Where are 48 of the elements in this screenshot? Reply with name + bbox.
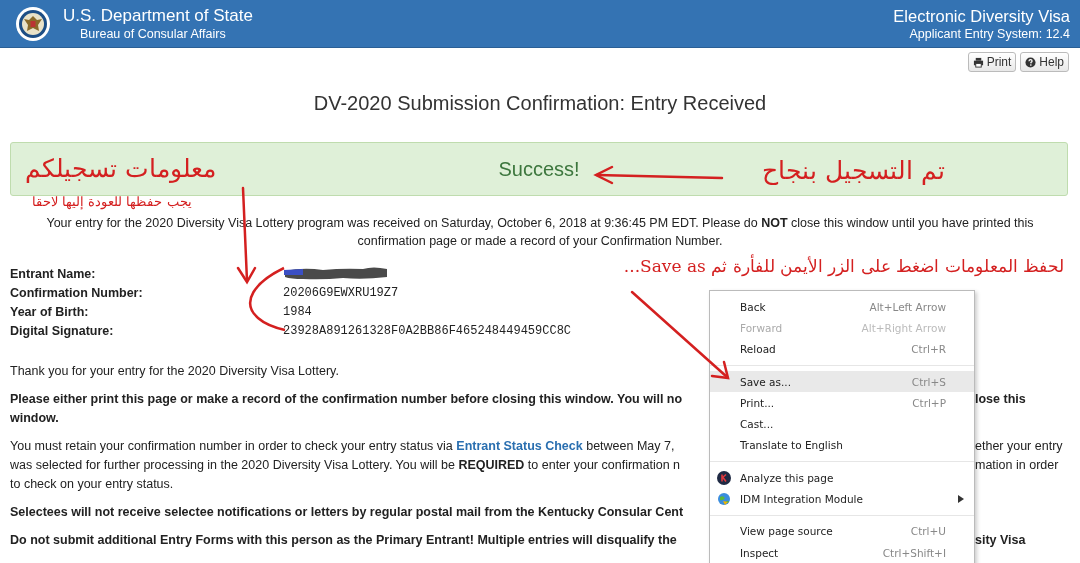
menu-item[interactable]: Cast... (710, 413, 974, 435)
success-message: Success! (498, 157, 580, 181)
help-button[interactable]: Help (1020, 52, 1069, 72)
field-label: Confirmation Number: (10, 285, 144, 300)
agency-name: U.S. Department of State (63, 5, 254, 26)
paragraph-text: lose this (975, 391, 1026, 408)
field-value: 1984 (283, 304, 312, 319)
menu-item[interactable]: Print... Ctrl+P (710, 392, 974, 414)
menu-item[interactable]: Analyze this page (710, 467, 974, 489)
globe-icon (717, 492, 731, 506)
paragraph-text: Please either print this page or make a record of the confirmation number before closing this window. You will no (10, 391, 684, 408)
handwritten-note: تم التسجيل بنجاح (762, 157, 945, 185)
help-icon (1025, 56, 1037, 68)
field-label: Year of Birth: (10, 304, 90, 319)
field-value: 20206G9EWXRU19Z7 (283, 285, 399, 300)
paragraph-text: ether your entry (975, 438, 1063, 455)
field-value: 23928A891261328F0A2BB86F465248449459CC8C (283, 323, 572, 338)
paragraph-text: sity Visa (975, 532, 1026, 549)
bureau-name: Bureau of Consular Affairs (80, 25, 227, 42)
printer-icon (972, 56, 984, 68)
handwritten-note: يجب حفظها للعودة إليها لاحقا (32, 195, 192, 210)
extension-icon (717, 470, 731, 485)
menu-item[interactable]: Inspect Ctrl+Shift+I (710, 541, 974, 563)
seal-icon (15, 5, 51, 42)
menu-item[interactable]: View page source Ctrl+U (710, 520, 974, 542)
menu-item[interactable]: Reload Ctrl+R (710, 338, 974, 360)
system-name: Electronic Diversity Visa (893, 5, 1070, 26)
menu-item[interactable]: Back Alt+Left Arrow (710, 296, 974, 318)
paragraph-text: Thank you for your entry for the 2020 Diversity Visa Lottery. (10, 363, 340, 380)
bracket-line (249, 266, 286, 332)
paragraph-text: Do not submit additional Entry Forms with this person as the Primary Entrant! Multiple entries will disqualify the (10, 532, 678, 549)
page-title: DV-2020 Submission Confirmation: Entry Received (312, 91, 768, 116)
paragraph-text: mation in order (975, 457, 1059, 474)
submenu-arrow-icon (958, 495, 964, 504)
paragraph-text: window. (10, 410, 60, 427)
paragraph-text: Selectees will not receive selectee notifications or letters by regular postal mail from the Kentucky Consular Cent (10, 504, 685, 521)
menu-item[interactable]: Translate to English (710, 434, 974, 457)
menu-item[interactable]: IDM Integration Module (710, 488, 974, 510)
handwritten-note: معلومات تسجيلكم (25, 155, 216, 183)
field-label: Digital Signature: (10, 323, 115, 338)
field-label: Entrant Name: (10, 266, 97, 281)
print-button[interactable]: Print (967, 52, 1017, 72)
paragraph-text: was selected for further processing in the 2020 Diversity Visa Lottery. You will be REQUIRED to enter your confirmation n (10, 457, 681, 474)
system-version: Applicant Entry System: 12.4 (909, 25, 1070, 42)
status-check-link[interactable]: Entrant Status Check (456, 439, 583, 453)
paragraph-text: You must retain your confirmation number in order to check your entry status via Entrant Status Check between May 7, (10, 438, 676, 455)
menu-item[interactable]: Save as... Ctrl+S (710, 370, 974, 393)
paragraph-text: to check on your entry status. (10, 476, 175, 493)
